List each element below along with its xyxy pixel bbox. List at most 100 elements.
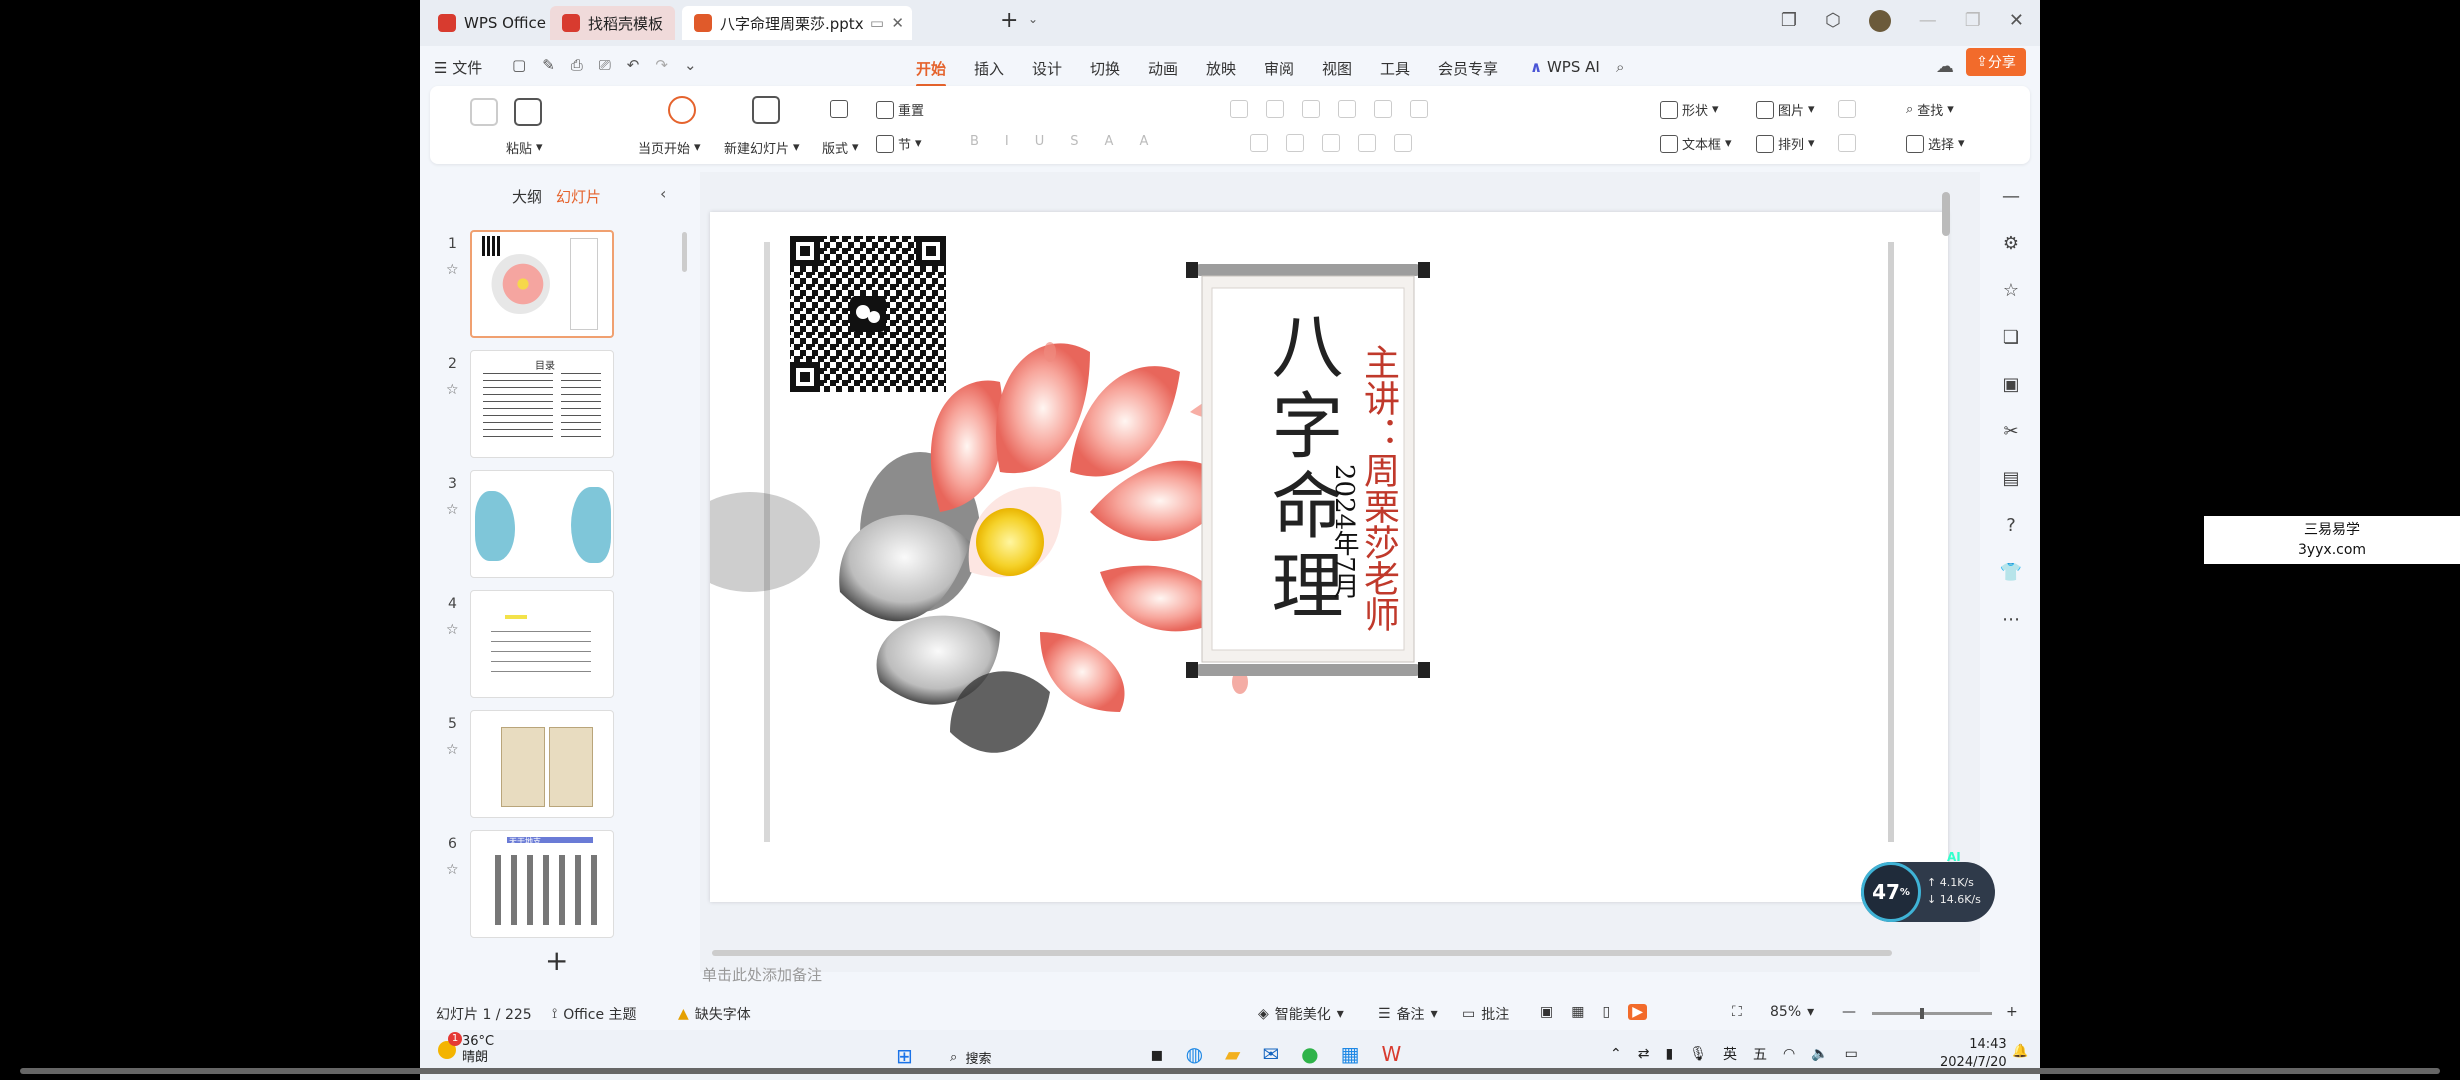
text-direction-icon[interactable] (1410, 100, 1428, 118)
menu-view[interactable]: 视图 (1322, 58, 1352, 79)
close-tab-icon[interactable]: ✕ (891, 14, 904, 32)
align-center-icon[interactable] (1286, 134, 1304, 152)
reset-button[interactable]: 重置 (876, 100, 924, 119)
arrange-button[interactable]: 排列 ▾ (1756, 134, 1815, 153)
textbox-button[interactable]: 文本框 ▾ (1660, 134, 1732, 153)
slide-thumbnail-4[interactable] (470, 590, 614, 698)
normal-view-icon[interactable]: ▣ (1540, 1004, 1553, 1020)
comments-toggle[interactable]: ▭ 批注 (1462, 1004, 1509, 1024)
mic-icon[interactable]: 🎙 (1689, 1046, 1707, 1062)
star-icon[interactable]: ☆ (2003, 280, 2019, 301)
mail-icon[interactable]: ✉ (1262, 1042, 1279, 1066)
restore-icon[interactable]: ❐ (1781, 10, 1797, 32)
format-painter-icon[interactable] (470, 98, 498, 126)
help-icon[interactable]: ? (2006, 515, 2016, 536)
file-menu[interactable]: ☰ 文件 (434, 57, 482, 78)
monitor-icon[interactable]: ▭ (870, 14, 884, 32)
ime-lang[interactable]: 英 (1723, 1044, 1737, 1064)
wifi-icon[interactable]: ◠ (1783, 1046, 1795, 1062)
italic-icon[interactable]: I (1005, 134, 1009, 149)
slide-date[interactable]: 2024年7月 (1328, 464, 1360, 599)
slide-thumbnail-2[interactable]: 目录 (470, 350, 614, 458)
image-edit-icon[interactable]: ▣ (2002, 374, 2019, 395)
shirt-icon[interactable]: 👕 (2000, 562, 2022, 583)
star-icon[interactable]: ☆ (446, 742, 459, 758)
more-icon[interactable]: ⌄ (684, 56, 697, 74)
menu-slideshow[interactable]: 放映 (1206, 58, 1236, 79)
align-left-icon[interactable] (1250, 134, 1268, 152)
strike-icon[interactable]: S (1070, 134, 1078, 149)
panel-scrollbar[interactable] (682, 232, 687, 272)
redo-icon[interactable]: ↷ (655, 56, 668, 74)
outdent-icon[interactable] (1338, 100, 1356, 118)
editor-vscrollbar[interactable] (1942, 192, 1950, 236)
maximize-icon[interactable]: ❐ (1965, 10, 1981, 32)
select-button[interactable]: 选择 ▾ (1906, 134, 1965, 153)
bold-icon[interactable]: B (970, 134, 979, 149)
widgets-icon[interactable]: ▪ (1150, 1042, 1164, 1066)
menu-animation[interactable]: 动画 (1148, 58, 1178, 79)
share-button[interactable]: ⇪ 分享 (1966, 48, 2026, 76)
paste-button[interactable]: 粘贴 ▾ (506, 138, 543, 157)
tab-outline[interactable]: 大纲 (512, 186, 542, 207)
new-tab-icon[interactable]: + (1000, 8, 1018, 33)
new-slide-button[interactable]: 新建幻灯片 ▾ (724, 138, 800, 157)
zoom-out-icon[interactable]: — (1842, 1004, 1856, 1020)
tools-icon[interactable]: ✂ (2003, 421, 2018, 442)
zoom-thumb[interactable] (1920, 1008, 1924, 1019)
copy-icon[interactable]: ❏ (2003, 327, 2019, 348)
smartart-icon[interactable] (1838, 134, 1856, 152)
align-right-icon[interactable] (1322, 134, 1340, 152)
layout-button[interactable]: 版式 ▾ (822, 138, 859, 157)
current-slide[interactable]: 八字命理 主讲：周栗莎老师 2024年7月 (710, 212, 1948, 902)
editor-hscrollbar[interactable] (712, 950, 1892, 956)
star-icon[interactable]: ☆ (446, 502, 459, 518)
find-button[interactable]: ⌕ 查找 ▾ (1906, 100, 1954, 119)
notes-placeholder[interactable]: 单击此处添加备注 (702, 964, 822, 985)
battery-icon[interactable]: ▭ (1845, 1046, 1858, 1062)
avatar[interactable] (1868, 10, 1891, 32)
zoom-in-icon[interactable]: + (2006, 1004, 2018, 1020)
menu-tools[interactable]: 工具 (1380, 58, 1410, 79)
close-icon[interactable]: ✕ (2009, 10, 2024, 32)
sorter-view-icon[interactable]: ▦ (1571, 1004, 1584, 1020)
menu-review[interactable]: 审阅 (1264, 58, 1294, 79)
line-spacing-icon[interactable] (1374, 100, 1392, 118)
menu-design[interactable]: 设计 (1032, 58, 1062, 79)
collapse-icon[interactable]: — (2002, 186, 2020, 207)
layout-icon[interactable] (830, 100, 848, 118)
preview-icon[interactable]: ⎚ (599, 56, 611, 74)
add-slide-icon[interactable]: + (545, 944, 568, 977)
star-icon[interactable]: ☆ (446, 862, 459, 878)
tab-template[interactable]: 找稻壳模板 (550, 6, 676, 40)
star-icon[interactable]: ☆ (446, 382, 459, 398)
columns-icon[interactable] (1394, 134, 1412, 152)
save-icon[interactable]: ▢ (512, 56, 526, 74)
app-icon[interactable]: ▦ (1341, 1042, 1360, 1066)
search-icon[interactable]: ⌕ (1616, 58, 1624, 76)
weather-widget[interactable]: 1 36°C 晴朗 (438, 1032, 494, 1066)
missing-font[interactable]: ▲ 缺失字体 (678, 1004, 751, 1024)
star-icon[interactable]: ☆ (446, 262, 459, 278)
numbering-icon[interactable] (1266, 100, 1284, 118)
highlight-icon[interactable]: A (1139, 134, 1148, 149)
battery-app-icon[interactable]: ▮ (1665, 1046, 1673, 1062)
fit-icon[interactable]: ⛶ (1732, 1004, 1742, 1020)
new-slide-icon[interactable] (752, 96, 780, 124)
settings-icon[interactable]: ⚙ (2003, 233, 2019, 254)
more-icon[interactable]: ⋯ (2002, 609, 2020, 630)
paste-icon[interactable] (514, 98, 542, 126)
brush-icon[interactable]: ✎ (542, 56, 555, 74)
notes-toggle[interactable]: ☰ 备注 ▾ (1378, 1004, 1438, 1024)
cube-icon[interactable]: ⬡ (1825, 10, 1841, 32)
cloud-icon[interactable]: ☁ (1936, 56, 1954, 77)
tab-slides[interactable]: 幻灯片 (556, 186, 601, 207)
star-icon[interactable]: ☆ (446, 622, 459, 638)
tray-expand-icon[interactable]: ⌃ (1610, 1046, 1622, 1062)
minimize-icon[interactable]: — (1919, 10, 1937, 32)
play-icon[interactable] (668, 96, 696, 124)
ime-mode[interactable]: 五 (1753, 1044, 1767, 1064)
font-color-icon[interactable]: A (1105, 134, 1114, 149)
menu-transition[interactable]: 切换 (1090, 58, 1120, 79)
section-button[interactable]: 节 ▾ (876, 134, 922, 153)
